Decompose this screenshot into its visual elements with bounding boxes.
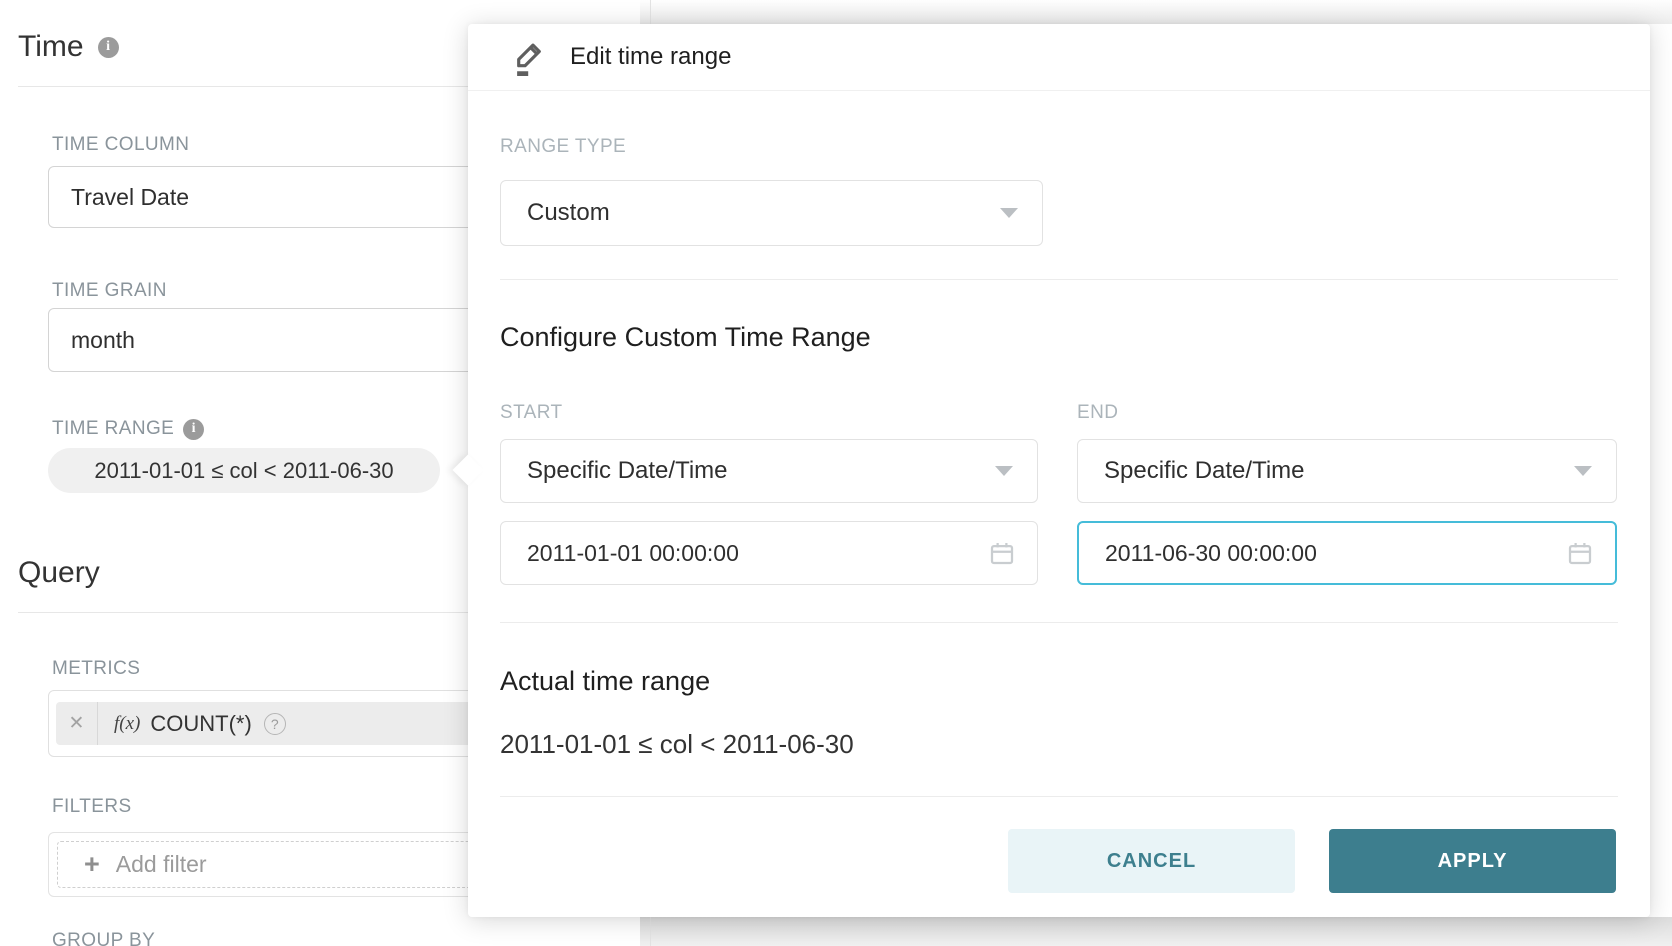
- range-type-label: RANGE TYPE: [500, 136, 626, 158]
- info-icon[interactable]: i: [183, 419, 204, 440]
- query-section-title: Query: [18, 556, 100, 590]
- start-type-select[interactable]: Specific Date/Time: [500, 439, 1038, 503]
- time-column-label-text: TIME COLUMN: [52, 134, 189, 156]
- actual-time-range-heading: Actual time range: [500, 666, 710, 697]
- page: Time i TIME COLUMN Travel Date TIME GRAI…: [0, 0, 1672, 946]
- start-datetime-value: 2011-01-01 00:00:00: [527, 540, 739, 567]
- panel-edge-line: [650, 917, 651, 946]
- time-range-label: TIME RANGE i: [52, 418, 204, 440]
- calendar-icon[interactable]: [987, 538, 1017, 568]
- edit-time-range-popover: Edit time range RANGE TYPE Custom Config…: [468, 24, 1650, 917]
- time-column-value: Travel Date: [71, 184, 189, 211]
- calendar-icon[interactable]: [1565, 538, 1595, 568]
- query-section-title-text: Query: [18, 556, 100, 590]
- end-type-select[interactable]: Specific Date/Time: [1077, 439, 1617, 503]
- time-grain-label: TIME GRAIN: [52, 280, 167, 302]
- pencil-icon: [510, 36, 548, 78]
- range-type-select[interactable]: Custom: [500, 180, 1043, 246]
- filters-label-text: FILTERS: [52, 796, 132, 818]
- configure-heading: Configure Custom Time Range: [500, 322, 871, 353]
- apply-button[interactable]: APPLY: [1329, 829, 1616, 893]
- popover-header: Edit time range: [468, 24, 1650, 90]
- end-label: END: [1077, 402, 1617, 424]
- time-section-title: Time i: [18, 30, 119, 64]
- content-divider: [500, 279, 1618, 280]
- time-range-pill-text: 2011-01-01 ≤ col < 2011-06-30: [94, 458, 393, 484]
- group-by-label-text: GROUP BY: [52, 930, 155, 946]
- metric-help-icon[interactable]: ?: [264, 713, 286, 735]
- start-column: START Specific Date/Time 2011-01-01 00:0…: [500, 402, 1038, 585]
- end-column: END Specific Date/Time 2011-06-30 00:00:…: [1077, 402, 1617, 585]
- metric-name: COUNT(*): [150, 711, 251, 737]
- footer-divider: [500, 796, 1618, 797]
- time-column-label: TIME COLUMN: [52, 134, 189, 156]
- header-divider: [468, 90, 1650, 91]
- range-type-value: Custom: [527, 199, 610, 227]
- time-range-label-text: TIME RANGE: [52, 418, 174, 440]
- metrics-label: METRICS: [52, 658, 140, 680]
- plus-icon: +: [84, 851, 100, 878]
- function-icon: f(x): [114, 713, 140, 735]
- start-datetime-input[interactable]: 2011-01-01 00:00:00: [500, 521, 1038, 585]
- panel-edge-line: [650, 0, 651, 24]
- time-grain-label-text: TIME GRAIN: [52, 280, 167, 302]
- chevron-down-icon: [1000, 208, 1018, 218]
- chevron-down-icon: [1574, 466, 1592, 476]
- chevron-down-icon: [995, 466, 1013, 476]
- end-datetime-input[interactable]: 2011-06-30 00:00:00: [1077, 521, 1617, 585]
- time-section-title-text: Time: [18, 30, 84, 64]
- metrics-label-text: METRICS: [52, 658, 140, 680]
- add-filter-label: Add filter: [116, 851, 207, 878]
- time-range-pill[interactable]: 2011-01-01 ≤ col < 2011-06-30: [48, 448, 440, 493]
- remove-metric-icon[interactable]: ✕: [56, 702, 98, 745]
- start-type-value: Specific Date/Time: [527, 457, 728, 485]
- cancel-button[interactable]: CANCEL: [1008, 829, 1295, 893]
- group-by-label: GROUP BY: [52, 930, 155, 946]
- actual-time-range-value: 2011-01-01 ≤ col < 2011-06-30: [500, 729, 854, 760]
- info-icon[interactable]: i: [98, 37, 119, 58]
- end-type-value: Specific Date/Time: [1104, 457, 1305, 485]
- time-grain-value: month: [71, 327, 135, 354]
- filters-label: FILTERS: [52, 796, 132, 818]
- content-divider: [500, 622, 1618, 623]
- start-label: START: [500, 402, 1038, 424]
- end-datetime-value: 2011-06-30 00:00:00: [1105, 540, 1317, 567]
- popover-title: Edit time range: [570, 43, 731, 71]
